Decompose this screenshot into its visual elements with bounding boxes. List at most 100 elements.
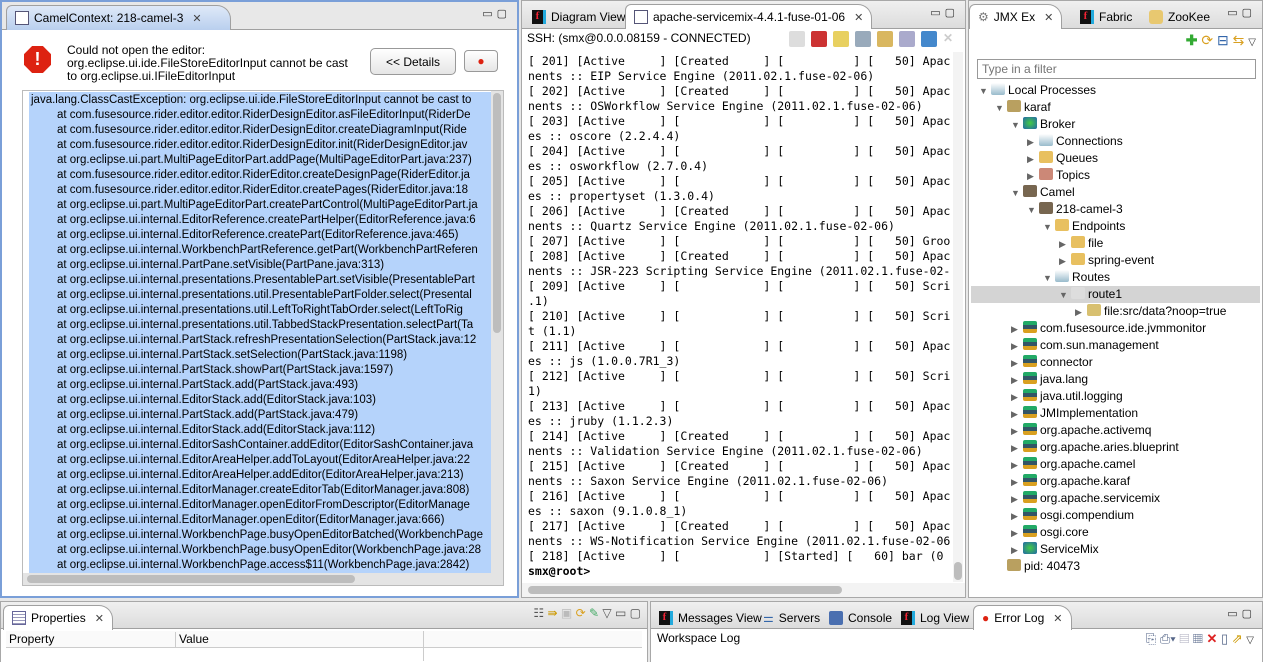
tab-servers[interactable]: ⚌ Servers (755, 605, 828, 630)
tree-node[interactable]: ▼ route1 (971, 286, 1260, 303)
open-log-icon[interactable]: ▯ (1221, 631, 1228, 646)
tab-jmx-explorer[interactable]: ⚙ JMX Ex ✕ (969, 4, 1063, 29)
details-button[interactable]: << Details (370, 48, 456, 75)
expanded-arrow-icon[interactable]: ▼ (1027, 202, 1039, 219)
collapsed-arrow-icon[interactable]: ▶ (1011, 389, 1023, 406)
console-prompt[interactable]: smx@root> (528, 564, 590, 579)
restore-default-icon[interactable]: ▣ (561, 606, 572, 620)
delete-log-icon[interactable]: ✕ (1206, 631, 1217, 646)
tree-node[interactable]: ▶ Queues (971, 150, 1260, 167)
close-icon[interactable]: ✕ (1053, 612, 1062, 625)
collapsed-arrow-icon[interactable]: ▶ (1011, 440, 1023, 457)
view-menu-icon[interactable]: ▽ (1248, 37, 1256, 48)
tree-node[interactable]: ▶ java.lang (971, 371, 1260, 388)
link-editor-icon[interactable]: ⇆ (1233, 32, 1245, 48)
filter-input[interactable] (977, 59, 1256, 79)
tree-node[interactable]: ▶ com.fusesource.ide.jvmmonitor (971, 320, 1260, 337)
minimize-maximize-icons[interactable]: ▭▢ (1227, 607, 1256, 620)
collapsed-arrow-icon[interactable]: ▶ (1059, 236, 1071, 253)
console-output[interactable]: [ 201] [Active ] [Created ] [ ] [ 50] Ap… (522, 52, 951, 582)
tree-node[interactable]: ▼ 218-camel-3 (971, 201, 1260, 218)
tab-zookeeper[interactable]: ZooKee (1141, 4, 1218, 29)
tree-node[interactable]: ▶ java.util.logging (971, 388, 1260, 405)
expanded-arrow-icon[interactable]: ▼ (1011, 117, 1023, 134)
expanded-arrow-icon[interactable]: ▼ (1059, 287, 1071, 304)
collapsed-arrow-icon[interactable]: ▶ (1011, 406, 1023, 423)
collapsed-arrow-icon[interactable]: ▶ (1011, 457, 1023, 474)
collapsed-arrow-icon[interactable]: ▶ (1011, 355, 1023, 372)
tree-node[interactable]: ▼ Local Processes (971, 82, 1260, 99)
collapsed-arrow-icon[interactable]: ▶ (1011, 542, 1023, 559)
error-log-button[interactable]: ● (464, 50, 498, 72)
expanded-arrow-icon[interactable]: ▼ (1043, 270, 1055, 287)
tab-fabric[interactable]: f Fabric (1072, 4, 1140, 29)
disconnect-icon[interactable] (789, 31, 805, 47)
connect-icon[interactable] (811, 31, 827, 47)
tree-node[interactable]: ▼ karaf (971, 99, 1260, 116)
view-menu-icon[interactable]: ▽ (1246, 635, 1254, 646)
collapsed-arrow-icon[interactable]: ▶ (1011, 474, 1023, 491)
collapsed-arrow-icon[interactable]: ▶ (1075, 304, 1087, 321)
tab-properties[interactable]: Properties ✕ (3, 605, 113, 630)
collapsed-arrow-icon[interactable]: ▶ (1027, 151, 1039, 168)
tree-node[interactable]: ▼ Broker (971, 116, 1260, 133)
collapsed-arrow-icon[interactable]: ▶ (1059, 253, 1071, 270)
tree-node[interactable]: ▶ Topics (971, 167, 1260, 184)
tree-node[interactable]: ▶ file (971, 235, 1260, 252)
categories-icon[interactable]: ☷ (533, 606, 544, 620)
expanded-arrow-icon[interactable]: ▼ (979, 83, 991, 100)
collapsed-arrow-icon[interactable]: ▶ (1011, 372, 1023, 389)
clear-log-icon[interactable]: ▦ (1193, 631, 1203, 646)
tree-node[interactable]: ▶ JMImplementation (971, 405, 1260, 422)
stack-trace-box[interactable]: java.lang.ClassCastException: org.eclips… (22, 90, 504, 586)
activate-on-new-events-icon[interactable]: ⇗ (1232, 631, 1243, 646)
layout-icon[interactable] (855, 31, 871, 47)
close-icon[interactable]: ✕ (192, 12, 201, 25)
column-property[interactable]: Property (9, 632, 54, 646)
tree-node[interactable]: pid: 40473 (971, 558, 1260, 575)
collapsed-arrow-icon[interactable]: ▶ (1011, 525, 1023, 542)
expanded-arrow-icon[interactable]: ▼ (1011, 185, 1023, 202)
minimize-maximize-icons[interactable]: ▭▢ (1227, 6, 1256, 19)
close-icon[interactable]: ✕ (1044, 11, 1053, 24)
trace-hscrollbar[interactable] (23, 573, 503, 585)
tree-node[interactable]: ▶ ServiceMix (971, 541, 1260, 558)
new-console-icon[interactable] (921, 31, 937, 47)
restore-log-icon[interactable]: ▤ (1179, 631, 1189, 646)
export-log-icon[interactable]: ⎘ (1146, 631, 1156, 646)
collapsed-arrow-icon[interactable]: ▶ (1011, 508, 1023, 525)
add-icon[interactable]: ✚ (1186, 32, 1198, 48)
table-icon[interactable] (833, 31, 849, 47)
tree-node[interactable]: ▶ Connections (971, 133, 1260, 150)
tree-node[interactable]: ▶ file:src/data?noop=true (971, 303, 1260, 320)
tab-diagram-view[interactable]: f Diagram View (524, 4, 633, 29)
filter-advanced-icon[interactable]: ⇛ (548, 606, 558, 620)
tab-log-view[interactable]: f Log View (893, 605, 977, 630)
tree-node[interactable]: ▶ org.apache.camel (971, 456, 1260, 473)
tree-node[interactable]: ▶ osgi.core (971, 524, 1260, 541)
tab-console[interactable]: Console (821, 605, 900, 630)
minimize-maximize-icons[interactable]: ▭▢ (930, 6, 959, 19)
tab-error-log[interactable]: ● Error Log ✕ (973, 605, 1072, 630)
tree-node[interactable]: ▶ org.apache.servicemix (971, 490, 1260, 507)
tree-node[interactable]: ▼ Routes (971, 269, 1260, 286)
tab-messages-view[interactable]: f Messages View (651, 605, 770, 630)
tree-node[interactable]: ▶ com.sun.management (971, 337, 1260, 354)
tree-node[interactable]: ▶ connector (971, 354, 1260, 371)
console-vscrollbar[interactable] (953, 52, 963, 582)
collapsed-arrow-icon[interactable]: ▶ (1011, 321, 1023, 338)
tree-node[interactable]: ▶ org.apache.aries.blueprint (971, 439, 1260, 456)
trace-vscrollbar[interactable] (491, 91, 503, 573)
remove-icon[interactable]: ✕ (943, 31, 959, 47)
tree-node[interactable]: ▼ Camel (971, 184, 1260, 201)
collapsed-arrow-icon[interactable]: ▶ (1011, 423, 1023, 440)
collapsed-arrow-icon[interactable]: ▶ (1011, 338, 1023, 355)
tree-node[interactable]: ▶ spring-event (971, 252, 1260, 269)
minimize-maximize-icons[interactable]: ▭▢ (482, 7, 511, 20)
pin-icon[interactable]: ⟳ (576, 606, 586, 620)
tab-camelcontext[interactable]: CamelContext: 218-camel-3 ✕ (6, 5, 231, 30)
collapsed-arrow-icon[interactable]: ▶ (1027, 168, 1039, 185)
tab-servicemix-terminal[interactable]: apache-servicemix-4.4.1-fuse-01-06 ✕ (625, 4, 873, 29)
expanded-arrow-icon[interactable]: ▼ (1043, 219, 1055, 236)
collapsed-arrow-icon[interactable]: ▶ (1027, 134, 1039, 151)
